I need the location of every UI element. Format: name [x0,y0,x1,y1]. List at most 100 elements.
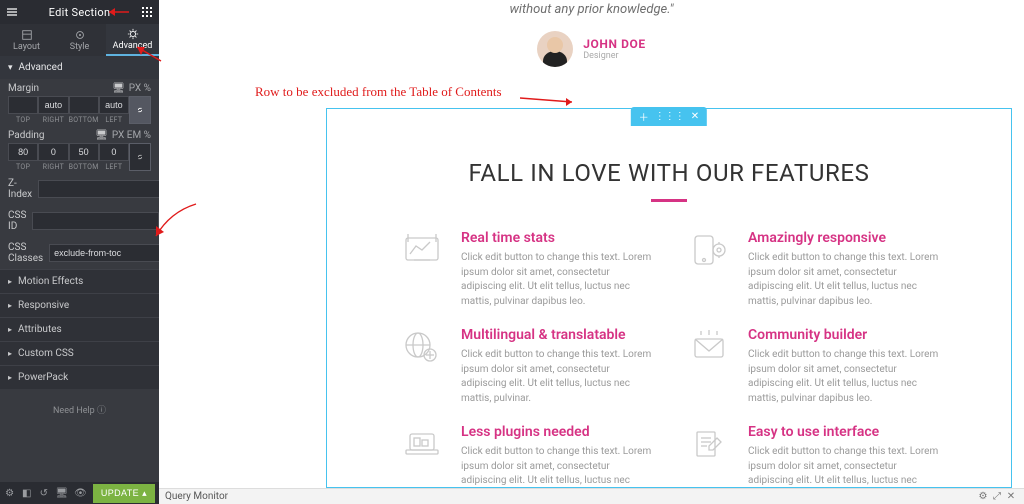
feature-item: Multilingual & translatableClick edit bu… [397,327,654,406]
need-help-link[interactable]: Need Help ⓘ [0,389,159,416]
margin-inputs: TOP RIGHT BOTTOM LEFT [0,96,159,126]
tab-advanced-label: Advanced [113,41,153,51]
padding-header: Padding 🖥 PX EM % [0,126,159,143]
close-icon[interactable]: ✕ [1004,491,1018,502]
navigator-icon[interactable]: ◧ [21,488,32,499]
panel-header: Edit Section [0,0,159,24]
cssid-input[interactable] [32,212,159,230]
margin-units[interactable]: PX % [129,83,151,94]
feature-text: Click edit button to change this text. L… [461,445,654,488]
margin-left-input[interactable] [99,96,129,114]
annotation-text: Row to be excluded from the Table of Con… [255,84,502,100]
motion-label: Motion Effects [18,276,83,287]
stats-icon [397,230,447,270]
padding-link-toggle[interactable] [129,143,151,171]
advanced-accordion-label: Advanced [19,62,63,73]
padding-inputs: TOP RIGHT BOTTOM LEFT [0,143,159,173]
feature-text: Click edit button to change this text. L… [748,251,941,309]
laptop-icon [397,424,447,464]
feature-title: Community builder [748,327,941,343]
cssid-label: CSS ID [8,210,26,232]
zindex-input[interactable] [38,180,165,198]
panel-footer: ⚙ ◧ ↺ 🖥 👁 UPDATE ▴ [0,482,159,504]
margin-bottom-input[interactable] [69,96,99,114]
padding-right-input[interactable] [38,143,68,161]
expand-icon[interactable]: ⤢ [990,491,1004,502]
responsive-icon [684,230,734,270]
mail-icon [684,327,734,367]
avatar [537,31,573,67]
feature-title: Amazingly responsive [748,230,941,246]
customcss-label: Custom CSS [18,348,74,359]
desktop-icon[interactable]: 🖥 [112,83,125,94]
menu-icon[interactable] [6,6,18,18]
author-role: Designer [583,51,646,61]
caret-right-icon: ▸ [8,349,12,358]
margin-header: Margin 🖥 PX % [0,79,159,96]
motion-effects-section[interactable]: ▸ Motion Effects [0,269,159,293]
caret-right-icon: ▸ [8,325,12,334]
query-monitor-link[interactable]: Query Monitor [165,491,228,502]
editor-panel: Edit Section Layout Style Advanced ▾ Adv… [0,0,159,504]
section-handle[interactable]: ＋ ⋮⋮⋮ ✕ [631,107,707,126]
caret-right-icon: ▸ [8,373,12,382]
padding-units[interactable]: PX EM % [112,130,151,141]
caret-right-icon: ▸ [8,277,12,286]
zindex-label: Z-Index [8,178,32,200]
responsive-icon[interactable]: 🖥 [55,488,68,499]
feature-title: Real time stats [461,230,654,246]
feature-text: Click edit button to change this text. L… [461,251,654,309]
padding-top-input[interactable] [8,143,38,161]
feature-title: Easy to use interface [748,424,941,440]
delete-section-icon[interactable]: ✕ [691,111,699,122]
gear-icon[interactable]: ⚙ [976,491,990,502]
apps-icon[interactable] [141,6,153,18]
margin-label: Margin [8,83,108,94]
padding-bottom-label: BOTTOM [69,163,99,171]
cssid-row: CSS ID [0,205,159,237]
add-section-icon[interactable]: ＋ [639,109,649,124]
testimonial-author: JOHN DOE Designer [159,31,1024,67]
feature-text: Click edit button to change this text. L… [748,445,941,488]
desktop-icon[interactable]: 🖥 [95,130,108,141]
responsive-section[interactable]: ▸ Responsive [0,293,159,317]
tab-style[interactable]: Style [53,24,106,56]
padding-bottom-input[interactable] [69,143,99,161]
margin-right-label: RIGHT [38,116,68,124]
history-icon[interactable]: ↺ [38,488,49,499]
feature-text: Click edit button to change this text. L… [748,348,941,406]
feature-item: Easy to use interface Click edit button t… [684,424,941,488]
advanced-accordion[interactable]: ▾ Advanced [0,56,159,79]
margin-right-input[interactable] [38,96,68,114]
update-button[interactable]: UPDATE ▴ [93,484,155,503]
preview-icon[interactable]: 👁 [74,488,87,499]
margin-link-toggle[interactable] [129,96,151,124]
margin-bottom-label: BOTTOM [69,116,99,124]
document-icon [684,424,734,464]
tab-style-label: Style [70,42,90,52]
caret-right-icon: ▸ [8,301,12,310]
feature-grid: Real time stats Click edit button to chan… [327,202,1011,488]
feature-item: Less plugins neededClick edit button to … [397,424,654,488]
responsive-label: Responsive [18,300,69,311]
cssclasses-input[interactable] [49,244,176,262]
preview-canvas: without any prior knowledge." JOHN DOE D… [159,0,1024,488]
tab-layout[interactable]: Layout [0,24,53,56]
features-heading: FALL IN LOVE WITH OUR FEATURES [327,159,1011,187]
padding-left-input[interactable] [99,143,129,161]
panel-title: Edit Section [18,6,141,19]
tab-advanced[interactable]: Advanced [106,24,159,56]
margin-top-label: TOP [8,116,38,124]
powerpack-section[interactable]: ▸PowerPack [0,365,159,389]
margin-top-input[interactable] [8,96,38,114]
padding-top-label: TOP [8,163,38,171]
selected-section[interactable]: ＋ ⋮⋮⋮ ✕ FALL IN LOVE WITH OUR FEATURES R… [326,108,1012,488]
settings-icon[interactable]: ⚙ [4,488,15,499]
cssclasses-label: CSS Classes [8,242,43,264]
drag-section-icon[interactable]: ⋮⋮⋮ [655,111,685,122]
attributes-section[interactable]: ▸Attributes [0,317,159,341]
customcss-section[interactable]: ▸ Custom CSS [0,341,159,365]
padding-label: Padding [8,130,91,141]
help-icon: ⓘ [97,406,106,416]
author-name: JOHN DOE [583,37,646,51]
